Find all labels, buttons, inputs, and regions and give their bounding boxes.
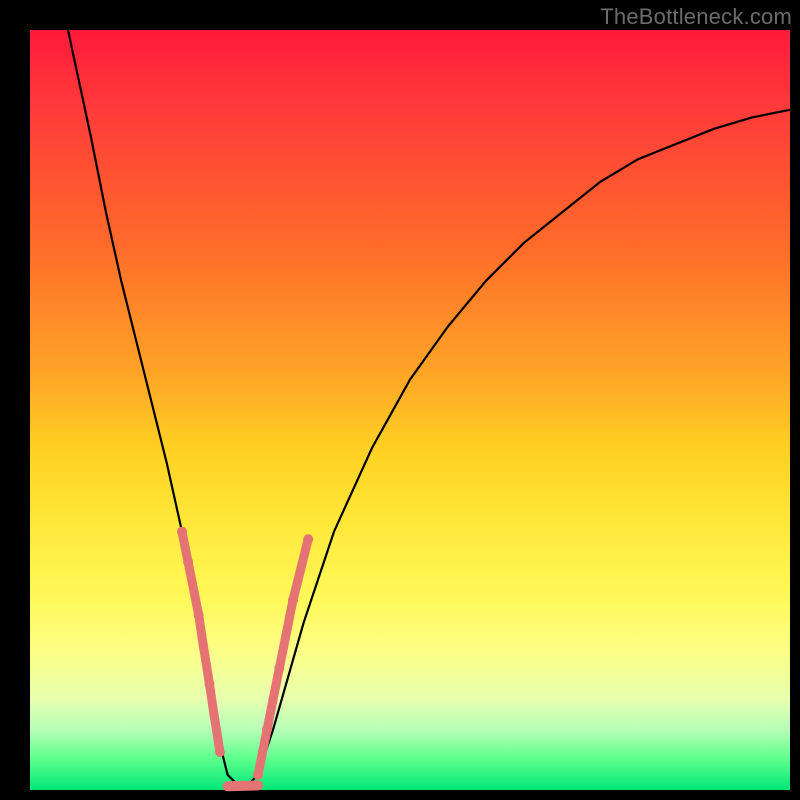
left-arm-dot xyxy=(204,679,214,689)
right-arm-dot xyxy=(288,595,298,605)
curve-layer xyxy=(30,30,790,790)
left-arm-dot xyxy=(183,557,193,567)
right-arm-dot xyxy=(274,663,284,673)
left-arm-dot xyxy=(215,747,225,757)
left-arm-dot xyxy=(194,610,204,620)
watermark-text: TheBottleneck.com xyxy=(600,4,792,30)
right-arm-dot xyxy=(303,534,313,544)
right-arm-dot xyxy=(262,724,272,734)
chart-frame: TheBottleneck.com xyxy=(0,0,800,800)
bottom-segment xyxy=(228,785,258,786)
left-arm-segment xyxy=(214,714,220,752)
left-arm-dot xyxy=(177,527,187,537)
bottleneck-curve xyxy=(68,30,790,790)
plot-area xyxy=(30,30,790,790)
right-arm-segment xyxy=(285,600,293,638)
highlight-markers xyxy=(177,527,313,787)
left-arm-segment xyxy=(203,646,209,684)
right-arm-dot xyxy=(253,770,263,780)
